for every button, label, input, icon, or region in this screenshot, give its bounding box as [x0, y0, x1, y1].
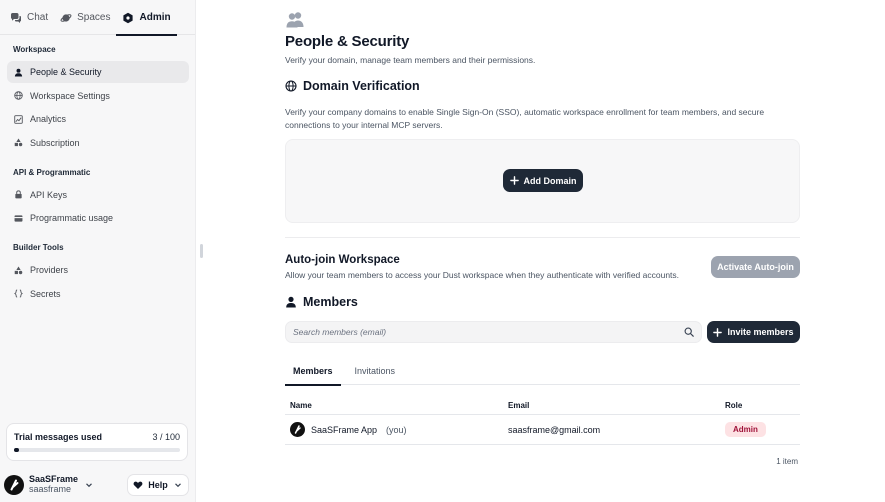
- saasframe-logo-icon: [10, 479, 19, 491]
- user-menu[interactable]: SaaSFrame saasframe Help: [0, 468, 196, 502]
- section-title-api: API & Programmatic: [13, 167, 91, 177]
- tab-admin-label: Admin: [139, 12, 171, 23]
- tab-chat[interactable]: Chat: [4, 0, 54, 35]
- members-table: Name Email Role SaaSFrame App (you) saas…: [285, 396, 800, 445]
- members-title: Members: [303, 295, 358, 309]
- trial-count: 3 / 100: [152, 432, 180, 442]
- search-icon[interactable]: [684, 327, 694, 337]
- item-count: 1 item: [776, 457, 798, 466]
- help-label: Help: [148, 480, 168, 490]
- members-tabs: Members Invitations: [285, 356, 800, 386]
- sidebar-item-label: Analytics: [30, 114, 67, 124]
- help-button[interactable]: Help: [127, 474, 189, 496]
- autojoin-description: Allow your team members to access your D…: [285, 270, 680, 280]
- tab-invitations[interactable]: Invitations: [347, 356, 404, 385]
- section-divider: [285, 237, 800, 238]
- column-header-role[interactable]: Role: [721, 401, 800, 410]
- autojoin-title: Auto-join Workspace: [285, 254, 400, 266]
- shapes-icon: [14, 138, 23, 147]
- invite-members-button[interactable]: Invite members: [707, 321, 800, 343]
- tab-chat-label: Chat: [27, 12, 49, 23]
- globe-icon: [285, 80, 297, 92]
- sidebar-item-people-security[interactable]: People & Security: [7, 61, 189, 83]
- section-title-builder: Builder Tools: [13, 243, 64, 252]
- trial-label: Trial messages used: [14, 432, 103, 442]
- card-icon: [14, 214, 23, 222]
- chat-icon: [11, 12, 21, 23]
- globe-icon: [14, 91, 23, 100]
- trial-progress-fill: [14, 448, 19, 452]
- trial-progress-bar: [14, 448, 180, 452]
- braces-icon: [14, 289, 23, 298]
- domain-list-empty: Add Domain: [285, 139, 800, 223]
- sidebar-item-label: People & Security: [30, 67, 102, 77]
- members-heading: Members: [285, 295, 358, 309]
- member-search: [285, 321, 702, 343]
- domain-verification-heading: Domain Verification: [285, 79, 420, 93]
- avatar: [4, 475, 24, 495]
- sidebar-item-secrets[interactable]: Secrets: [7, 283, 189, 305]
- chevron-down-icon: [174, 483, 181, 488]
- search-input[interactable]: [293, 327, 684, 337]
- people-icon: [286, 12, 304, 28]
- page-subtitle: Verify your domain, manage team members …: [285, 55, 536, 65]
- lock-icon: [15, 190, 22, 199]
- sidebar-item-subscription[interactable]: Subscription: [7, 132, 189, 154]
- saasframe-logo-icon: [294, 425, 301, 434]
- sidebar-item-providers[interactable]: Providers: [7, 259, 189, 281]
- tab-spaces-label: Spaces: [77, 12, 111, 23]
- member-email: saasframe@gmail.com: [508, 424, 601, 435]
- chevron-down-icon[interactable]: [84, 480, 94, 490]
- tab-admin[interactable]: Admin: [116, 0, 177, 36]
- sidebar-item-api-keys[interactable]: API Keys: [7, 184, 189, 206]
- sidebar-item-analytics[interactable]: Analytics: [7, 108, 189, 130]
- invite-members-label: Invite members: [727, 327, 794, 337]
- top-nav: Chat Spaces Admin: [0, 0, 195, 36]
- sidebar: Chat Spaces Admin Workspace People & Sec…: [0, 0, 196, 502]
- sidebar-resize-handle[interactable]: [200, 244, 203, 258]
- column-header-email[interactable]: Email: [503, 401, 721, 410]
- heart-icon: [133, 481, 143, 489]
- person-icon: [286, 296, 296, 308]
- table-row[interactable]: SaaSFrame App (you) saasframe@gmail.com …: [285, 415, 800, 445]
- sidebar-item-label: Subscription: [30, 137, 80, 148]
- table-header: Name Email Role: [285, 396, 800, 415]
- sidebar-item-programmatic-usage[interactable]: Programmatic usage: [7, 207, 189, 229]
- role-badge: Admin: [725, 422, 766, 437]
- sidebar-item-label: Programmatic usage: [30, 213, 114, 223]
- section-title-workspace: Workspace: [13, 45, 56, 54]
- add-domain-button[interactable]: Add Domain: [503, 169, 583, 192]
- sidebar-item-workspace-settings[interactable]: Workspace Settings: [7, 85, 189, 107]
- person-icon: [14, 68, 23, 77]
- sidebar-item-label: Secrets: [30, 288, 61, 299]
- domain-verification-description: Verify your company domains to enable Si…: [285, 107, 765, 130]
- add-domain-label: Add Domain: [523, 175, 577, 186]
- trial-usage-card: Trial messages used 3 / 100: [6, 423, 188, 461]
- plus-icon: [509, 176, 519, 185]
- chart-icon: [14, 114, 23, 124]
- sidebar-item-label: Providers: [30, 265, 69, 275]
- page-title: People & Security: [285, 33, 410, 50]
- shapes-icon: [14, 266, 23, 274]
- column-header-name[interactable]: Name: [285, 401, 503, 410]
- avatar: [290, 422, 305, 437]
- domain-verification-title: Domain Verification: [303, 79, 420, 93]
- plus-icon: [713, 327, 723, 337]
- member-name: SaaSFrame App: [311, 424, 378, 435]
- member-you-tag: (you): [386, 424, 407, 435]
- tab-spaces[interactable]: Spaces: [54, 0, 116, 35]
- activate-autojoin-button[interactable]: Activate Auto-join: [711, 256, 800, 278]
- admin-shield-icon: [123, 12, 134, 23]
- tab-members[interactable]: Members: [285, 356, 341, 386]
- sidebar-item-label: Workspace Settings: [30, 90, 110, 101]
- sidebar-item-label: API Keys: [30, 189, 68, 200]
- workspace-name: saasframe: [29, 484, 72, 494]
- planet-icon: [60, 13, 72, 22]
